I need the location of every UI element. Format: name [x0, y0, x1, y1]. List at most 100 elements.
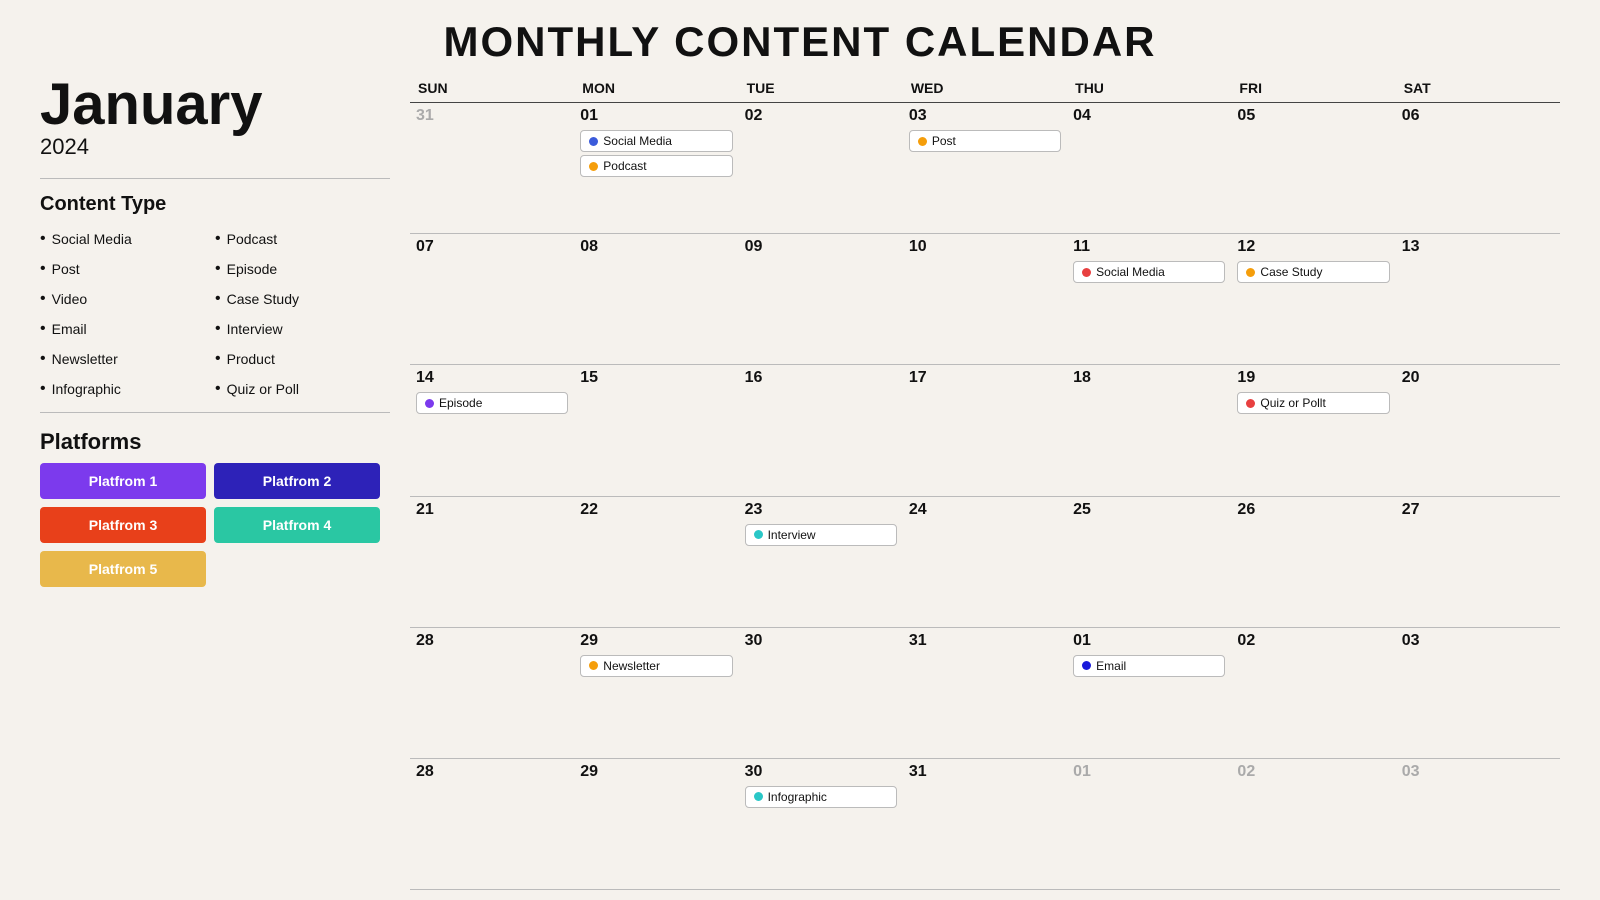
event-label: Newsletter: [603, 659, 660, 673]
cell-date: 25: [1073, 501, 1225, 519]
cell-date: 01: [1073, 763, 1225, 781]
event-dot: [425, 399, 434, 408]
cell-date: 02: [1237, 763, 1389, 781]
day-header-tue: TUE: [739, 76, 903, 103]
event-dot: [754, 792, 763, 801]
cell-date: 19: [1237, 369, 1389, 387]
calendar-cell: 17: [903, 365, 1067, 496]
event-dot: [589, 137, 598, 146]
event-dot: [918, 137, 927, 146]
content-type-item: Product: [215, 344, 390, 374]
calendar-cell: 05: [1231, 103, 1395, 234]
cell-date: 29: [580, 632, 732, 650]
calendar-cell: 26: [1231, 497, 1395, 628]
cell-date: 21: [416, 501, 568, 519]
page: MONTHLY CONTENT CALENDAR January 20 24 Co…: [0, 0, 1600, 900]
calendar-cell: 02: [1231, 759, 1395, 890]
content-type-item: Infographic: [40, 374, 215, 404]
day-header-sun: SUN: [410, 76, 574, 103]
cell-date: 03: [1402, 632, 1554, 650]
cell-date: 30: [745, 632, 897, 650]
calendar-header: SUNMONTUEWEDTHUFRISAT: [410, 76, 1560, 103]
event-label: Infographic: [768, 790, 827, 804]
calendar-cell: 19 Quiz or Pollt: [1231, 365, 1395, 496]
event-dot: [589, 661, 598, 670]
cell-date: 31: [909, 763, 1061, 781]
cell-date: 24: [909, 501, 1061, 519]
month-label: January: [40, 76, 390, 134]
cell-date: 27: [1402, 501, 1554, 519]
platform-button-p1[interactable]: Platfrom 1: [40, 463, 206, 499]
day-header-sat: SAT: [1396, 76, 1560, 103]
calendar-cell: 04: [1067, 103, 1231, 234]
platform-button-p2[interactable]: Platfrom 2: [214, 463, 380, 499]
calendar-cell: 29: [574, 759, 738, 890]
calendar-cell: 08: [574, 234, 738, 365]
cell-date: 11: [1073, 238, 1225, 256]
calendar-event: Case Study: [1237, 261, 1389, 283]
cell-date: 22: [580, 501, 732, 519]
calendar-cell: 23Interview: [739, 497, 903, 628]
cell-date: 03: [1402, 763, 1554, 781]
calendar-cell: 12 Case Study: [1231, 234, 1395, 365]
cell-date: 08: [580, 238, 732, 256]
calendar-cell: 28: [410, 628, 574, 759]
calendar-cell: 22: [574, 497, 738, 628]
calendar-cell: 07: [410, 234, 574, 365]
cell-date: 04: [1073, 107, 1225, 125]
content-type-item: Interview: [215, 314, 390, 344]
cell-date: 03: [909, 107, 1061, 125]
platform-button-p5[interactable]: Platfrom 5: [40, 551, 206, 587]
calendar-event: Infographic: [745, 786, 897, 808]
calendar-cell: 21: [410, 497, 574, 628]
cell-date: 28: [416, 632, 568, 650]
calendar-cell: 03 Post: [903, 103, 1067, 234]
content-area: January 2024 Content Type Social MediaPo…: [40, 76, 1560, 890]
calendar-cell: 01Email: [1067, 628, 1231, 759]
calendar-cell: 31: [410, 103, 574, 234]
event-label: Post: [932, 134, 956, 148]
event-dot: [1246, 268, 1255, 277]
calendar-cell: 06: [1396, 103, 1560, 234]
calendar-event: Newsletter: [580, 655, 732, 677]
calendar-event: Interview: [745, 524, 897, 546]
day-header-fri: FRI: [1231, 76, 1395, 103]
content-type-item: Post: [40, 254, 215, 284]
content-type-title: Content Type: [40, 193, 390, 216]
calendar-cell: 03: [1396, 628, 1560, 759]
calendar-cell: 31: [903, 759, 1067, 890]
event-label: Case Study: [1260, 265, 1322, 279]
cell-date: 06: [1402, 107, 1554, 125]
cell-date: 17: [909, 369, 1061, 387]
calendar-event: Quiz or Pollt: [1237, 392, 1389, 414]
cell-date: 26: [1237, 501, 1389, 519]
platforms-title: Platforms: [40, 429, 390, 455]
calendar-cell: 02: [1231, 628, 1395, 759]
cell-date: 10: [909, 238, 1061, 256]
cell-date: 15: [580, 369, 732, 387]
event-label: Quiz or Pollt: [1260, 396, 1325, 410]
day-header-thu: THU: [1067, 76, 1231, 103]
calendar-cell: 03: [1396, 759, 1560, 890]
cell-date: 16: [745, 369, 897, 387]
event-dot: [1082, 661, 1091, 670]
calendar-cell: 10: [903, 234, 1067, 365]
content-type-list: Social MediaPodcastPostEpisodeVideoCase …: [40, 224, 390, 404]
platform-button-p4[interactable]: Platfrom 4: [214, 507, 380, 543]
calendar-cell: 13: [1396, 234, 1560, 365]
cell-date: 31: [416, 107, 568, 125]
calendar-cell: 24: [903, 497, 1067, 628]
calendar-event: Social Media: [580, 130, 732, 152]
cell-date: 12: [1237, 238, 1389, 256]
event-label: Social Media: [1096, 265, 1165, 279]
event-dot: [754, 530, 763, 539]
event-label: Email: [1096, 659, 1126, 673]
calendar-cell: 30: [739, 628, 903, 759]
platform-button-p3[interactable]: Platfrom 3: [40, 507, 206, 543]
cell-date: 14: [416, 369, 568, 387]
divider-1: [40, 178, 390, 179]
page-title: MONTHLY CONTENT CALENDAR: [40, 18, 1560, 66]
content-type-item: Episode: [215, 254, 390, 284]
cell-date: 02: [745, 107, 897, 125]
calendar-cell: 20: [1396, 365, 1560, 496]
